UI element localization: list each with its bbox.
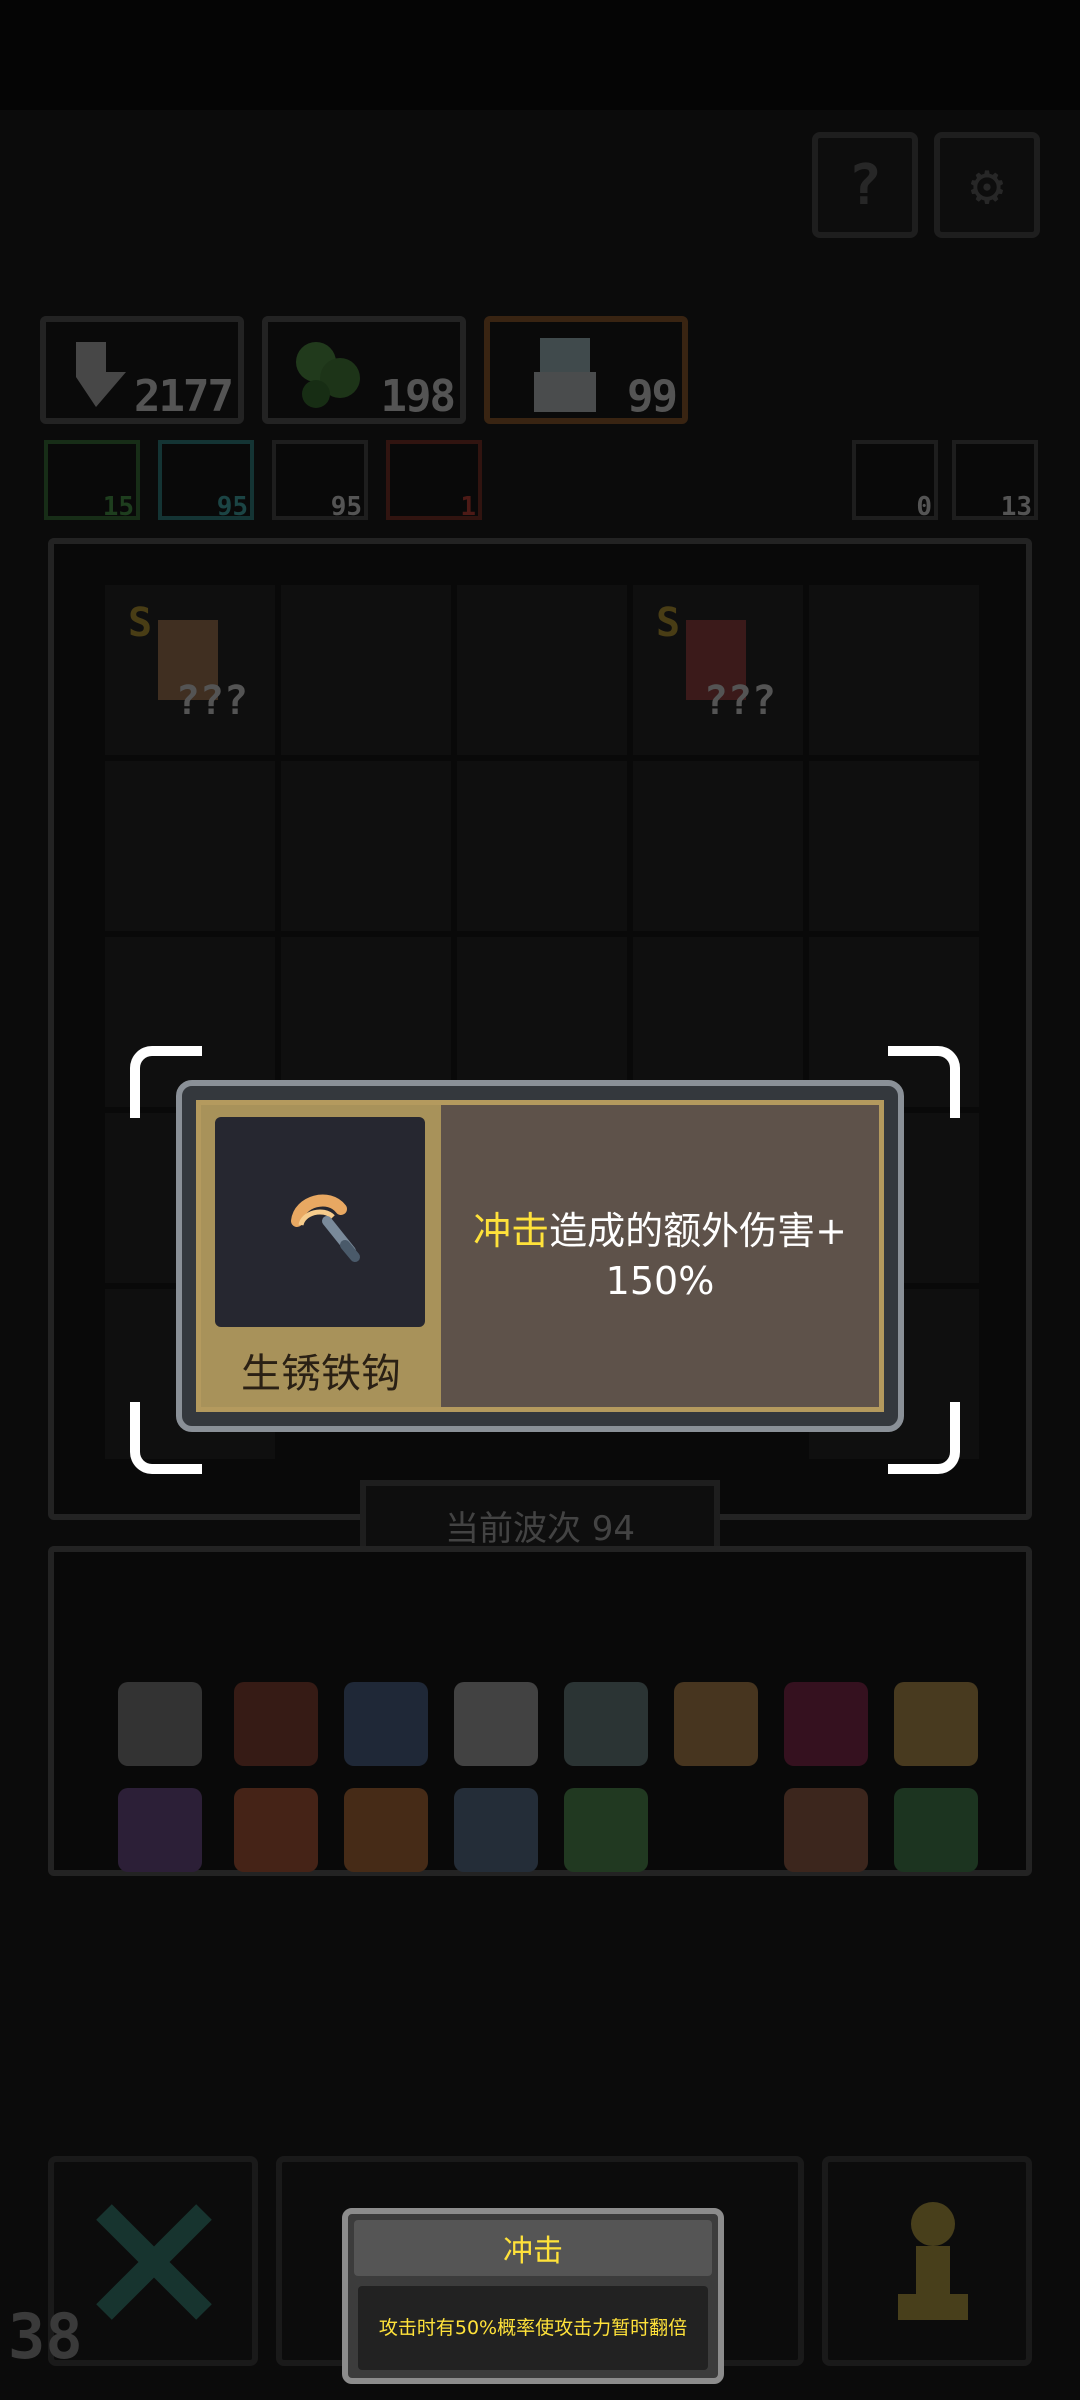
tooltip-description: 攻击时有50%概率使攻击力暂时翻倍 bbox=[358, 2286, 708, 2370]
inventory-item[interactable] bbox=[118, 1682, 202, 1766]
resource-attack-value: 2177 bbox=[134, 371, 234, 422]
upgrade-button[interactable] bbox=[822, 2156, 1032, 2366]
effect-text: 造成的额外伤害+ bbox=[549, 1209, 847, 1253]
effect-keyword[interactable]: 冲击 bbox=[473, 1209, 549, 1253]
inventory-item[interactable] bbox=[784, 1788, 868, 1872]
item-icon-frame bbox=[215, 1117, 425, 1327]
gear-icon: ⚙ bbox=[970, 152, 1004, 218]
inventory-item[interactable] bbox=[454, 1788, 538, 1872]
left-counter: 38 bbox=[8, 2300, 83, 2373]
stat-sword: 95 bbox=[272, 440, 368, 522]
inventory-item[interactable] bbox=[234, 1682, 318, 1766]
status-bar bbox=[0, 0, 1080, 110]
tooltip-title: 冲击 bbox=[354, 2220, 712, 2276]
resource-clover-value: 198 bbox=[380, 371, 456, 422]
resource-hero-value: 99 bbox=[627, 371, 678, 422]
inventory-item[interactable] bbox=[564, 1788, 648, 1872]
stat-bolt[interactable]: 13 bbox=[952, 440, 1038, 522]
inventory-item[interactable] bbox=[344, 1682, 428, 1766]
resource-attack: 2177 bbox=[40, 316, 244, 424]
stat-bolt-value: 13 bbox=[1000, 492, 1032, 522]
item-detail-popup[interactable]: 生锈铁钩 冲击造成的额外伤害+ 150% bbox=[176, 1080, 904, 1432]
pawn-icon bbox=[898, 2202, 968, 2320]
inventory-panel bbox=[48, 1546, 1032, 1876]
stat-refresh-value: 0 bbox=[916, 492, 932, 522]
stat-green-value: 15 bbox=[102, 492, 134, 522]
effect-value: 150% bbox=[605, 1259, 715, 1303]
unit-label: ??? bbox=[175, 678, 248, 724]
stat-green: 15 bbox=[44, 440, 140, 522]
item-effect: 冲击造成的额外伤害+ 150% bbox=[441, 1105, 879, 1407]
unit-label: ??? bbox=[703, 678, 776, 724]
popup-content: 生锈铁钩 冲击造成的额外伤害+ 150% bbox=[196, 1100, 884, 1412]
stat-cyan: 95 bbox=[158, 440, 254, 522]
inventory-item[interactable] bbox=[454, 1682, 538, 1766]
keyword-tooltip: 冲击 攻击时有50%概率使攻击力暂时翻倍 bbox=[342, 2208, 724, 2384]
inventory-item[interactable] bbox=[564, 1682, 648, 1766]
unit-slot[interactable]: S ??? bbox=[656, 600, 776, 724]
hero-icon bbox=[534, 338, 596, 412]
inventory-item[interactable] bbox=[674, 1682, 758, 1766]
item-panel: 生锈铁钩 bbox=[201, 1105, 441, 1407]
clover-icon bbox=[296, 342, 360, 408]
resource-hero: 99 bbox=[484, 316, 688, 424]
inventory-item[interactable] bbox=[894, 1682, 978, 1766]
item-name: 生锈铁钩 bbox=[241, 1351, 401, 1397]
inventory-item[interactable] bbox=[894, 1788, 978, 1872]
inventory-item[interactable] bbox=[784, 1682, 868, 1766]
wave-label: 当前波次 94 bbox=[444, 1508, 636, 1549]
stat-refresh[interactable]: 0 bbox=[852, 440, 938, 522]
unit-grade: S bbox=[128, 600, 153, 646]
question-icon: ? bbox=[848, 152, 882, 218]
inventory-item[interactable] bbox=[118, 1788, 202, 1872]
help-button[interactable]: ? bbox=[812, 132, 918, 238]
rusty-hook-icon bbox=[291, 1194, 360, 1262]
stat-red: 1 bbox=[386, 440, 482, 522]
stat-cyan-value: 95 bbox=[216, 492, 248, 522]
sword-icon bbox=[76, 342, 126, 407]
unit-grade: S bbox=[656, 600, 681, 646]
effect-line: 冲击造成的额外伤害+ bbox=[473, 1206, 847, 1256]
unit-slot[interactable]: S ??? bbox=[128, 600, 248, 724]
inventory-item[interactable] bbox=[234, 1788, 318, 1872]
stat-red-value: 1 bbox=[460, 492, 476, 522]
stat-sword-value: 95 bbox=[330, 492, 362, 522]
cross-icon bbox=[96, 2204, 212, 2320]
inventory-item[interactable] bbox=[344, 1788, 428, 1872]
resource-clover: 198 bbox=[262, 316, 466, 424]
settings-button[interactable]: ⚙ bbox=[934, 132, 1040, 238]
